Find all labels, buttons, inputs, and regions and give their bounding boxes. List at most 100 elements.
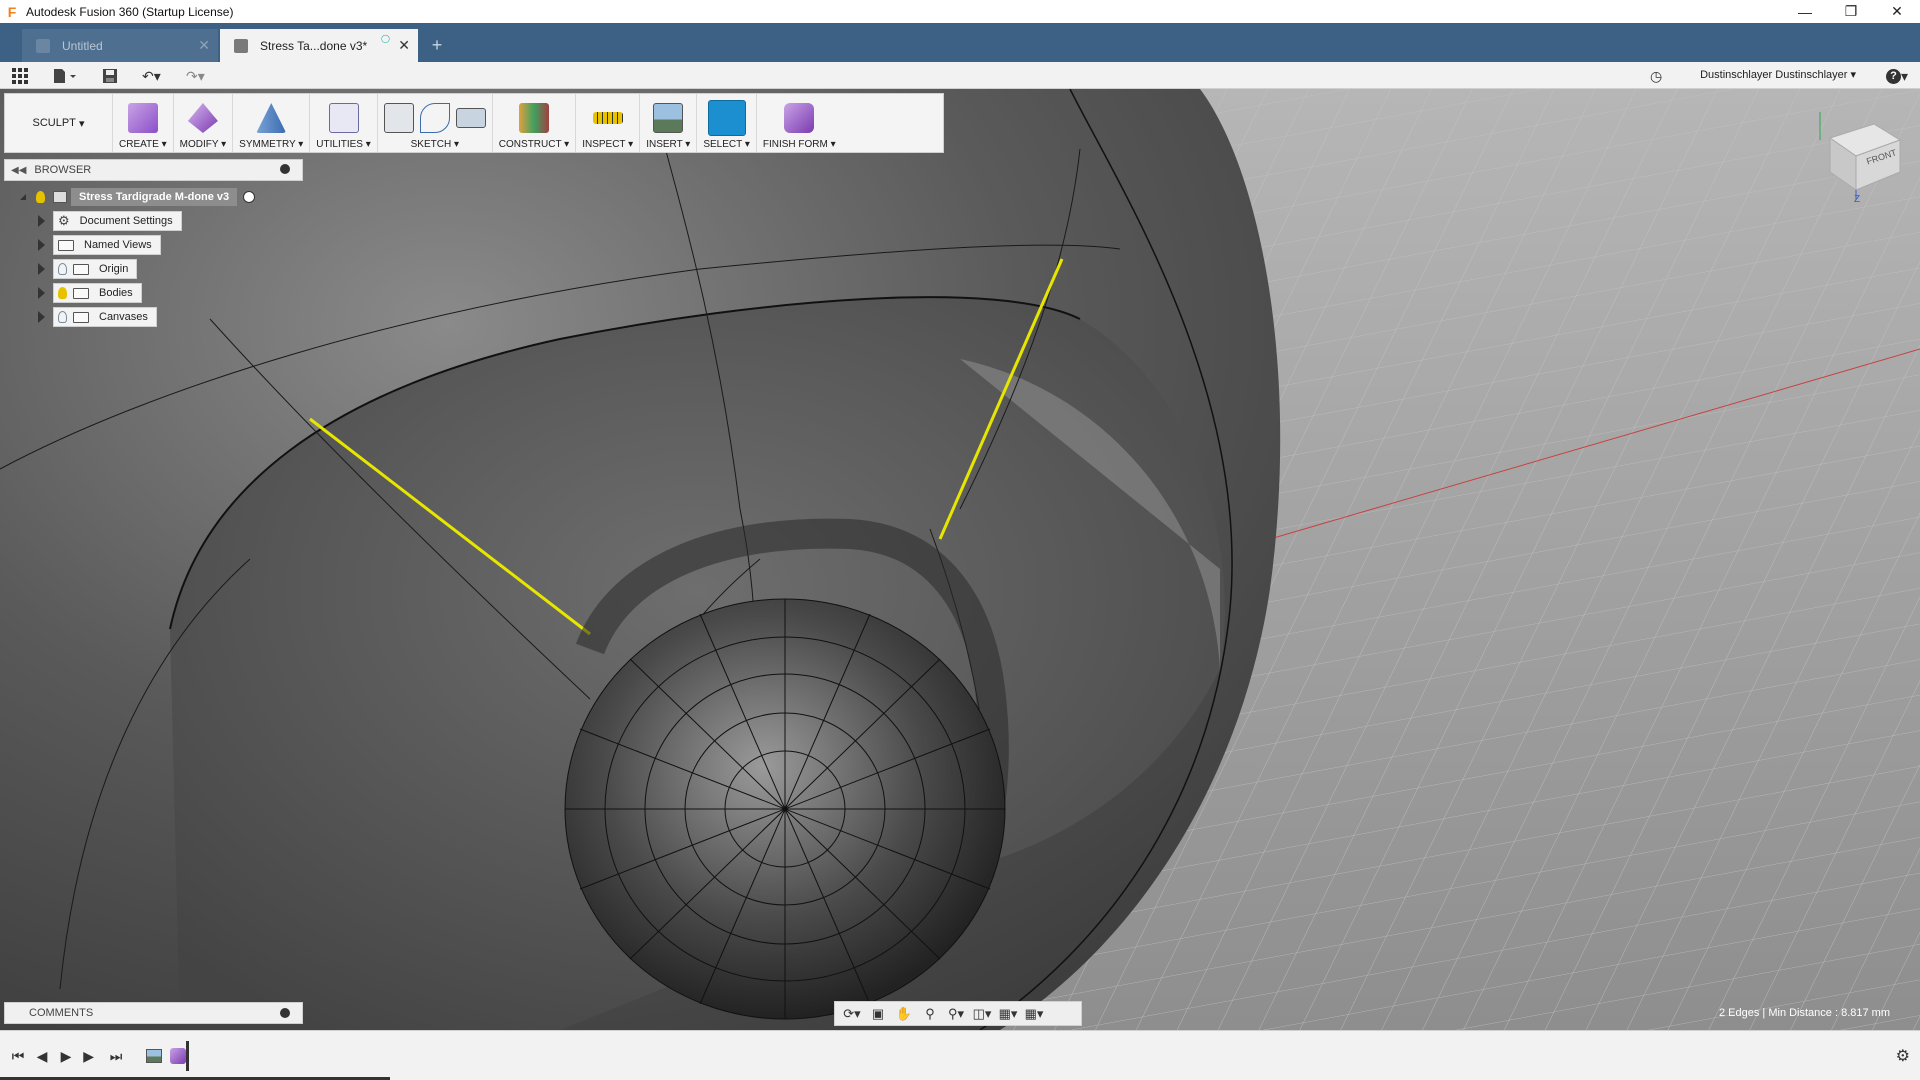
comments-title: COMMENTS — [29, 1007, 94, 1019]
undo-icon[interactable]: ↶▾ — [142, 66, 161, 86]
measure-icon — [592, 112, 623, 124]
group-label: CREATE — [119, 139, 159, 150]
canvas-viewport[interactable] — [0, 89, 1920, 1030]
insert-image-icon — [653, 103, 684, 133]
tab-untitled[interactable]: Untitled ✕ — [22, 29, 218, 62]
go-to-end-icon[interactable]: ⏭ — [106, 1046, 126, 1066]
finish-form-icon — [784, 103, 815, 133]
collapse-chevron-icon[interactable]: ◀◀ — [11, 165, 26, 176]
box-primitive-icon — [127, 103, 158, 133]
visibility-bulb-icon[interactable] — [36, 191, 45, 203]
offset-plane-icon — [519, 103, 549, 133]
toolbar-group-modify[interactable]: MODIFY ▾ — [174, 94, 234, 152]
toolbar-group-sketch[interactable]: SKETCH ▾ — [378, 94, 493, 152]
folder-icon — [73, 263, 89, 275]
group-label: SKETCH — [410, 139, 452, 150]
timeline-form-feature-icon[interactable] — [168, 1046, 188, 1066]
toolbar-group-create[interactable]: CREATE ▾ — [113, 94, 174, 152]
redo-icon[interactable]: ↷▾ — [186, 66, 205, 86]
node-label: Bodies — [99, 287, 133, 299]
pan-hand-icon[interactable]: ✋ — [893, 1005, 915, 1023]
restore-icon[interactable]: ❐ — [1828, 0, 1874, 23]
component-icon — [53, 191, 67, 203]
step-forward-icon[interactable]: ▶ — [80, 1046, 100, 1066]
expand-triangle-icon[interactable] — [38, 287, 45, 299]
minimize-icon[interactable]: — — [1782, 0, 1828, 23]
browser-node-bodies[interactable]: Bodies — [38, 283, 142, 303]
expand-triangle-icon[interactable] — [38, 215, 45, 227]
browser-node-document-settings[interactable]: ⚙ Document Settings — [38, 211, 182, 231]
fit-zoom-icon[interactable]: ⚲▾ — [945, 1005, 967, 1023]
toolbar-group-utilities[interactable]: UTILITIES ▾ — [310, 94, 378, 152]
zoom-icon[interactable]: ⚲ — [919, 1005, 941, 1023]
expand-triangle-icon[interactable] — [38, 239, 45, 251]
quick-access-bar: ↶▾ ↷▾ ◷ Dustinschlayer Dustinschlayer ▾ … — [0, 62, 1920, 89]
go-to-start-icon[interactable]: ⏮ — [8, 1046, 28, 1066]
timeline-canvas-feature-icon[interactable] — [144, 1046, 164, 1066]
new-tab-button[interactable]: + — [424, 32, 450, 58]
look-at-icon[interactable]: ▣ — [867, 1005, 889, 1023]
visibility-bulb-icon[interactable] — [58, 287, 67, 299]
tab-stress-tardigrade[interactable]: Stress Ta...done v3* ◯ ✕ — [220, 29, 418, 62]
tab-label: Untitled — [62, 38, 103, 53]
browser-root-component[interactable]: Stress Tardigrade M-done v3 — [20, 187, 256, 207]
close-icon[interactable]: ✕ — [198, 38, 210, 52]
view-cube-z-label: Z — [1854, 194, 1861, 205]
toolbar-group-finish-form[interactable]: FINISH FORM ▾ — [757, 94, 842, 152]
toolbar-group-insert[interactable]: INSERT ▾ — [640, 94, 698, 152]
folder-icon — [73, 287, 89, 299]
close-icon[interactable]: ✕ — [398, 38, 410, 52]
viewports-icon[interactable]: ▦▾ — [1023, 1005, 1045, 1023]
toolbar-group-construct[interactable]: CONSTRUCT ▾ — [493, 94, 577, 152]
add-comment-icon[interactable] — [280, 1008, 290, 1018]
expand-triangle-icon[interactable] — [38, 263, 45, 275]
browser-node-named-views[interactable]: Named Views — [38, 235, 161, 255]
display-settings-icon[interactable]: ◫▾ — [971, 1005, 993, 1023]
step-back-icon[interactable]: ◀ — [32, 1046, 52, 1066]
save-icon[interactable] — [102, 66, 118, 86]
user-account-menu[interactable]: Dustinschlayer Dustinschlayer ▾ — [1700, 68, 1856, 81]
timeline-settings-gear-icon[interactable]: ⚙ — [1896, 1046, 1910, 1066]
job-status-clock-icon[interactable]: ◷ — [1650, 66, 1662, 86]
select-arrow-icon — [707, 100, 746, 136]
window-title: Autodesk Fusion 360 (Startup License) — [26, 4, 234, 19]
symmetry-icon — [256, 103, 287, 133]
comments-panel-header[interactable]: COMMENTS — [4, 1002, 303, 1024]
play-icon[interactable]: ▶ — [56, 1046, 76, 1066]
help-icon[interactable]: ? ▾ — [1885, 66, 1908, 86]
data-panel-grid-icon[interactable] — [12, 66, 28, 86]
gear-icon: ⚙ — [58, 213, 70, 228]
view-cube-icon — [1819, 112, 1902, 200]
browser-node-origin[interactable]: Origin — [38, 259, 138, 279]
file-menu-icon[interactable] — [52, 66, 76, 86]
orbit-icon[interactable]: ⟳▾ — [841, 1005, 863, 1023]
collapse-triangle-icon[interactable] — [20, 194, 26, 200]
grid-settings-icon[interactable]: ▦▾ — [997, 1005, 1019, 1023]
document-tab-bar: Untitled ✕ Stress Ta...done v3* ◯ ✕ + — [0, 23, 1920, 62]
title-bar: F Autodesk Fusion 360 (Startup License) … — [0, 0, 1920, 23]
help-glyph: ? — [1885, 68, 1901, 84]
visibility-bulb-off-icon[interactable] — [58, 311, 67, 323]
expand-triangle-icon[interactable] — [38, 311, 45, 323]
toolbar-group-inspect[interactable]: INSPECT ▾ — [576, 94, 641, 152]
toolbar-group-symmetry[interactable]: SYMMETRY ▾ — [233, 94, 311, 152]
group-label: SYMMETRY — [239, 139, 296, 150]
activate-radio-icon[interactable] — [243, 191, 256, 203]
visibility-bulb-off-icon[interactable] — [58, 263, 67, 275]
browser-title: BROWSER — [34, 164, 92, 176]
browser-node-canvases[interactable]: Canvases — [38, 307, 157, 327]
browser-panel-header[interactable]: ◀◀ BROWSER — [4, 159, 303, 181]
node-label: Document Settings — [79, 215, 173, 227]
workspace-switcher[interactable]: SCULPT ▾ — [5, 94, 113, 152]
selection-status-text: 2 Edges | Min Distance : 8.817 mm — [1719, 1007, 1890, 1019]
create-sketch-icon — [383, 103, 414, 133]
node-label: Origin — [99, 263, 129, 275]
group-label: MODIFY — [179, 139, 219, 150]
close-window-icon[interactable]: ✕ — [1874, 0, 1920, 23]
folder-icon — [73, 311, 89, 323]
view-cube[interactable]: FRONT Z — [1816, 110, 1912, 206]
panel-options-icon[interactable] — [280, 164, 290, 174]
toolbar-group-select[interactable]: SELECT ▾ — [697, 94, 757, 152]
sync-status-icon: ◯ — [381, 34, 390, 43]
timeline-marker[interactable] — [186, 1041, 189, 1071]
